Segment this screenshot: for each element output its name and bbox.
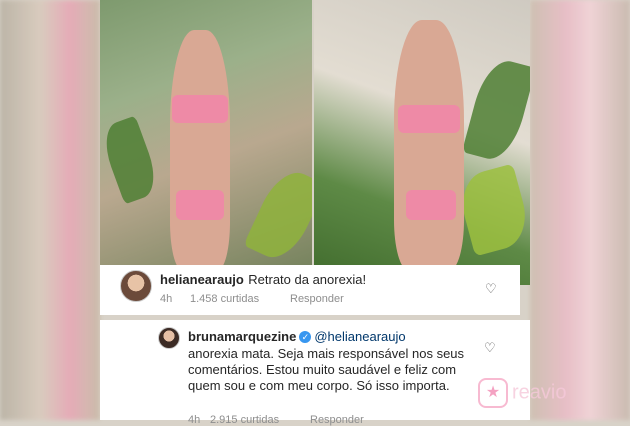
leaf-decoration: [243, 163, 312, 267]
star-icon: ★: [478, 378, 508, 408]
heart-icon[interactable]: ♡: [484, 340, 496, 356]
bikini-top: [172, 95, 228, 123]
heart-icon[interactable]: ♡: [485, 281, 497, 297]
comment-text: anorexia mata. Seja mais responsável nos…: [188, 346, 465, 393]
comment-time: 4h: [188, 414, 201, 426]
likes-count[interactable]: 1.458 curtidas: [190, 293, 259, 305]
comment-line: brunamarquezine ✓ @helianearaujo: [188, 328, 406, 346]
likes-count[interactable]: 2.915 curtidas: [210, 414, 279, 426]
comment-text: Retrato da anorexia!: [248, 272, 367, 287]
watermark-logo: ★ reavio: [478, 378, 566, 408]
bikini-top: [398, 105, 460, 133]
photo-right: [314, 0, 530, 285]
leaf-decoration: [100, 115, 163, 205]
watermark-text: reavio: [512, 381, 567, 404]
person-figure: [394, 20, 464, 270]
blurred-background-right: [530, 0, 630, 420]
leaf-decoration: [454, 163, 530, 257]
username[interactable]: brunamarquezine: [188, 329, 296, 344]
comment-time: 4h: [160, 293, 173, 305]
avatar[interactable]: [120, 270, 152, 302]
reply-button[interactable]: Responder: [310, 414, 364, 426]
leaf-decoration: [461, 55, 530, 165]
reply-button[interactable]: Responder: [290, 293, 344, 305]
mention-link[interactable]: @helianearaujo: [314, 329, 405, 344]
person-figure: [170, 30, 230, 270]
photo-left: [100, 0, 312, 285]
blurred-background-left: [0, 0, 100, 420]
bikini-bottom: [176, 190, 224, 220]
verified-badge-icon: ✓: [299, 330, 312, 343]
avatar[interactable]: [158, 327, 180, 349]
username[interactable]: helianearaujo: [160, 272, 244, 287]
comment-line: helianearaujo Retrato da anorexia!: [160, 271, 366, 289]
comment-helianearaujo: helianearaujo Retrato da anorexia! 4h 1.…: [100, 265, 520, 315]
comment-brunamarquezine: brunamarquezine ✓ @helianearaujo anorexia …: [100, 320, 530, 426]
bikini-bottom: [406, 190, 456, 220]
